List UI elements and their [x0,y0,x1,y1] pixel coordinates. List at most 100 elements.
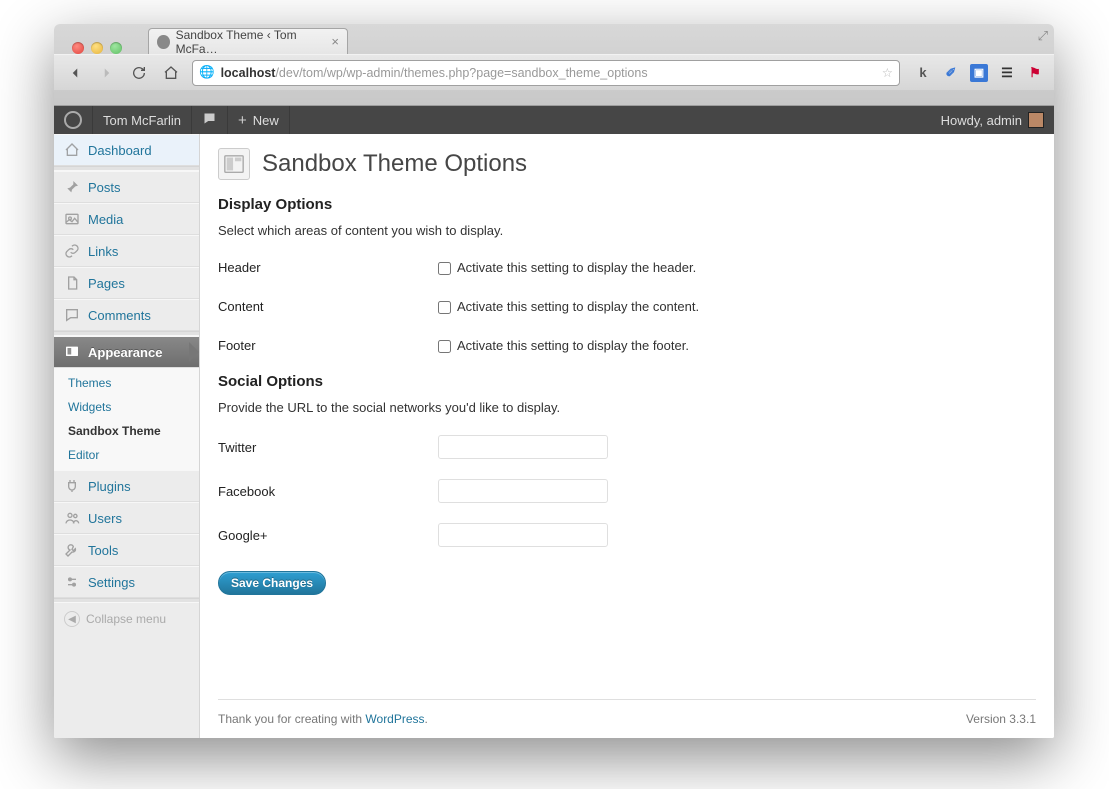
menu-dashboard[interactable]: Dashboard [54,134,199,166]
menu-tools[interactable]: Tools [54,534,199,566]
wordpress-link[interactable]: WordPress [365,712,424,726]
row-footer: Footer Activate this setting to display … [218,326,1036,365]
address-bar[interactable]: 🌐 localhost/dev/tom/wp/wp-admin/themes.p… [192,60,900,86]
menu-settings-label: Settings [88,575,135,590]
extension-bug-icon[interactable]: ⚑ [1026,64,1044,82]
media-icon [64,211,80,227]
my-account-menu[interactable]: Howdy, admin [931,106,1054,134]
social-options-desc: Provide the URL to the social networks y… [218,400,1036,415]
comment-bubble-icon [202,111,217,129]
comments-menu[interactable] [192,106,228,134]
menu-settings[interactable]: Settings [54,566,199,598]
plugin-icon [64,478,80,494]
menu-comments-label: Comments [88,308,151,323]
wp-admin-bar: Tom McFarlin +New Howdy, admin [54,106,1054,134]
zoom-window-icon[interactable] [110,42,122,54]
row-content-desc: Activate this setting to display the con… [457,299,699,314]
close-window-icon[interactable] [72,42,84,54]
collapse-menu[interactable]: ◀ Collapse menu [54,603,199,635]
url-path: /dev/tom/wp/wp-admin/themes.php?page=san… [275,66,647,80]
row-header-desc: Activate this setting to display the hea… [457,260,696,275]
extension-k-icon[interactable]: k [914,64,932,82]
menu-users[interactable]: Users [54,502,199,534]
menu-posts-label: Posts [88,180,121,195]
menu-links[interactable]: Links [54,235,199,267]
admin-menu: Dashboard Posts Media Links Pages Commen… [54,134,200,738]
menu-dashboard-label: Dashboard [88,143,152,158]
menu-media[interactable]: Media [54,203,199,235]
submenu-appearance: Themes Widgets Sandbox Theme Editor [54,368,199,470]
footer-thanks: Thank you for creating with WordPress. [218,712,428,726]
row-content-field[interactable]: Activate this setting to display the con… [438,299,699,314]
row-twitter: Twitter [218,425,1036,469]
display-options-heading: Display Options [218,196,1036,213]
browser-tab[interactable]: Sandbox Theme ‹ Tom McFa… × [148,28,348,54]
extension-icons: k ✐ ▣ ☰ ⚑ [910,64,1044,82]
tools-icon [64,542,80,558]
footer-thanks-post: . [425,712,428,726]
submenu-sandbox-theme[interactable]: Sandbox Theme [54,419,199,443]
window-controls [62,34,132,54]
collapse-label: Collapse menu [86,612,166,626]
submenu-widgets[interactable]: Widgets [54,395,199,419]
display-options-desc: Select which areas of content you wish t… [218,223,1036,238]
page-icon [64,275,80,291]
footer-version: Version 3.3.1 [966,712,1036,726]
comment-icon [64,307,80,323]
favicon-icon [157,35,170,49]
row-facebook-label: Facebook [218,469,438,513]
twitter-input[interactable] [438,435,608,459]
submenu-themes[interactable]: Themes [54,371,199,395]
site-name: Tom McFarlin [103,113,181,128]
row-googleplus-label: Google+ [218,513,438,557]
menu-appearance-label: Appearance [88,345,162,360]
footer-checkbox[interactable] [438,340,451,353]
main-content: Sandbox Theme Options Display Options Se… [200,134,1054,738]
row-facebook: Facebook [218,469,1036,513]
social-options-heading: Social Options [218,373,1036,390]
wp-logo-menu[interactable] [54,106,93,134]
forward-button[interactable] [96,62,118,84]
row-header-field[interactable]: Activate this setting to display the hea… [438,260,696,275]
menu-pages[interactable]: Pages [54,267,199,299]
back-button[interactable] [64,62,86,84]
minimize-window-icon[interactable] [91,42,103,54]
menu-comments[interactable]: Comments [54,299,199,331]
save-changes-button[interactable]: Save Changes [218,571,326,595]
wordpress-logo-icon [64,111,82,129]
display-options-table: Header Activate this setting to display … [218,248,1036,365]
row-twitter-label: Twitter [218,425,438,469]
page-title-text: Sandbox Theme Options [262,150,527,178]
extension-eyedropper-icon[interactable]: ✐ [942,64,960,82]
dashboard-icon [64,142,80,158]
row-footer-label: Footer [218,326,438,365]
footer-thanks-pre: Thank you for creating with [218,712,365,726]
new-content-menu[interactable]: +New [228,106,290,134]
plus-icon: + [238,112,247,129]
row-content-label: Content [218,287,438,326]
home-button[interactable] [160,62,182,84]
howdy-text: Howdy, admin [941,113,1022,128]
wp-footer: Thank you for creating with WordPress. V… [218,699,1036,726]
close-tab-icon[interactable]: × [331,34,339,49]
facebook-input[interactable] [438,479,608,503]
reload-button[interactable] [128,62,150,84]
row-footer-field[interactable]: Activate this setting to display the foo… [438,338,689,353]
globe-icon: 🌐 [199,65,215,80]
extension-stack-icon[interactable]: ☰ [998,64,1016,82]
menu-posts[interactable]: Posts [54,171,199,203]
menu-plugins[interactable]: Plugins [54,470,199,502]
header-checkbox[interactable] [438,262,451,275]
extension-image-icon[interactable]: ▣ [970,64,988,82]
menu-links-label: Links [88,244,118,259]
menu-plugins-label: Plugins [88,479,131,494]
content-checkbox[interactable] [438,301,451,314]
collapse-icon: ◀ [64,611,80,627]
googleplus-input[interactable] [438,523,608,547]
row-header: Header Activate this setting to display … [218,248,1036,287]
menu-appearance[interactable]: Appearance [54,336,199,368]
bookmark-star-icon[interactable]: ☆ [882,65,893,80]
social-options-table: Twitter Facebook Google+ [218,425,1036,557]
site-name-menu[interactable]: Tom McFarlin [93,106,192,134]
submenu-editor[interactable]: Editor [54,443,199,467]
